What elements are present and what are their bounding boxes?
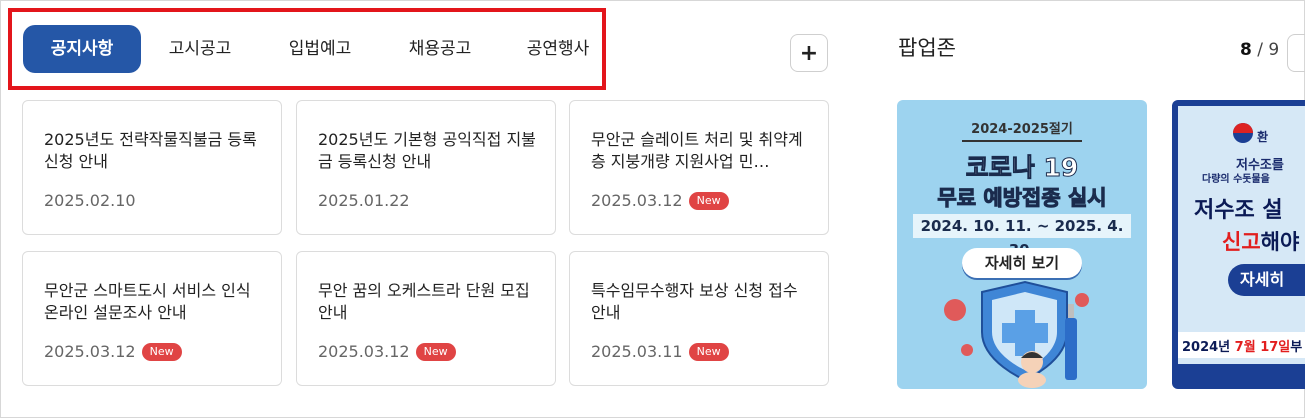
banner-date-prefix: 2024년 <box>1182 340 1235 355</box>
banner-subhead: 무료 예방접종 실시 <box>937 186 1107 211</box>
notice-title: 특수임무수행자 보상 신청 접수 안내 <box>591 281 798 322</box>
banner-line4-red: 신고 <box>1222 230 1261 254</box>
new-badge: New <box>688 191 729 210</box>
notice-date: 2025.03.12 <box>44 342 136 361</box>
banner-line3: 저수조 설 <box>1194 198 1283 223</box>
more-button[interactable]: + <box>790 34 828 72</box>
vaccine-illustration-icon <box>944 280 1089 388</box>
new-badge: New <box>688 342 729 361</box>
banner-season: 2024-2025절기 <box>971 122 1073 137</box>
pager-total: 9 <box>1268 40 1280 60</box>
banner-line4: 신고해야 <box>1222 226 1299 256</box>
notice-title: 2025년도 전략작물직불금 등록신청 안내 <box>44 130 257 171</box>
notice-date: 2025.02.10 <box>44 191 136 210</box>
notice-card[interactable]: 무안군 스마트도시 서비스 인식 온라인 설문조사 안내 2025.03.12 N… <box>22 251 282 386</box>
banner-date: 2024년 7월 17일부 <box>1182 336 1302 355</box>
pager-prev-button[interactable] <box>1287 34 1305 72</box>
notice-date: 2025.01.22 <box>318 191 410 210</box>
banner-line2: 다량의 수돗물을 <box>1202 174 1270 185</box>
notice-card[interactable]: 무안 꿈의 오케스트라 단원 모집 안내 2025.03.12 New <box>296 251 556 386</box>
notice-title: 2025년도 기본형 공익직접 지불금 등록신청 안내 <box>318 130 536 171</box>
banner-date-red: 7월 17일 <box>1234 340 1291 355</box>
notice-card[interactable]: 무안군 슬레이트 처리 및 취약계층 지붕개량 지원사업 민… 2025.03.… <box>569 100 829 235</box>
banner-period: 2024. 10. 11. ~ 2025. 4. 30. <box>913 214 1131 259</box>
notice-title: 무안군 슬레이트 처리 및 취약계층 지붕개량 지원사업 민… <box>591 130 803 171</box>
divider <box>962 140 1082 142</box>
banner-detail-button[interactable]: 자세히 <box>1228 264 1305 296</box>
notice-title: 무안군 스마트도시 서비스 인식 온라인 설문조사 안내 <box>44 281 251 322</box>
banner-org: 환 <box>1257 130 1269 144</box>
popup-banner-water-tank[interactable]: 환 저수조를 다량의 수돗물을 저수조 설 신고해야 자세히 2024년 7월 … <box>1172 100 1305 389</box>
banner-headline: 코로나 19 <box>965 153 1079 183</box>
pager-current: 8 <box>1240 40 1252 60</box>
korea-emblem-icon <box>1233 123 1253 143</box>
banner-date-suffix: 부 <box>1290 340 1303 355</box>
notice-date: 2025.03.12 <box>591 191 683 210</box>
plus-icon: + <box>799 40 819 66</box>
banner-detail-button[interactable]: 자세히 보기 <box>962 248 1082 278</box>
new-badge: New <box>141 342 182 361</box>
popup-banner-covid[interactable]: 2024-2025절기 코로나 19 무료 예방접종 실시 2024. 10. … <box>897 100 1147 389</box>
notice-date: 2025.03.11 <box>591 342 683 361</box>
notice-card[interactable]: 특수임무수행자 보상 신청 접수 안내 2025.03.11 New <box>569 251 829 386</box>
new-badge: New <box>415 342 456 361</box>
notice-date: 2025.03.12 <box>318 342 410 361</box>
notice-title: 무안 꿈의 오케스트라 단원 모집 안내 <box>318 281 530 322</box>
popup-pager: 8 / 9 <box>1240 40 1279 60</box>
banner-line4-navy: 해야 <box>1260 230 1300 254</box>
notice-card[interactable]: 2025년도 전략작물직불금 등록신청 안내 2025.02.10 <box>22 100 282 235</box>
popup-zone-title: 팝업존 <box>898 36 956 60</box>
notice-card[interactable]: 2025년도 기본형 공익직접 지불금 등록신청 안내 2025.01.22 <box>296 100 556 235</box>
tab-highlight-box <box>8 8 606 90</box>
pager-separator: / <box>1257 40 1263 60</box>
